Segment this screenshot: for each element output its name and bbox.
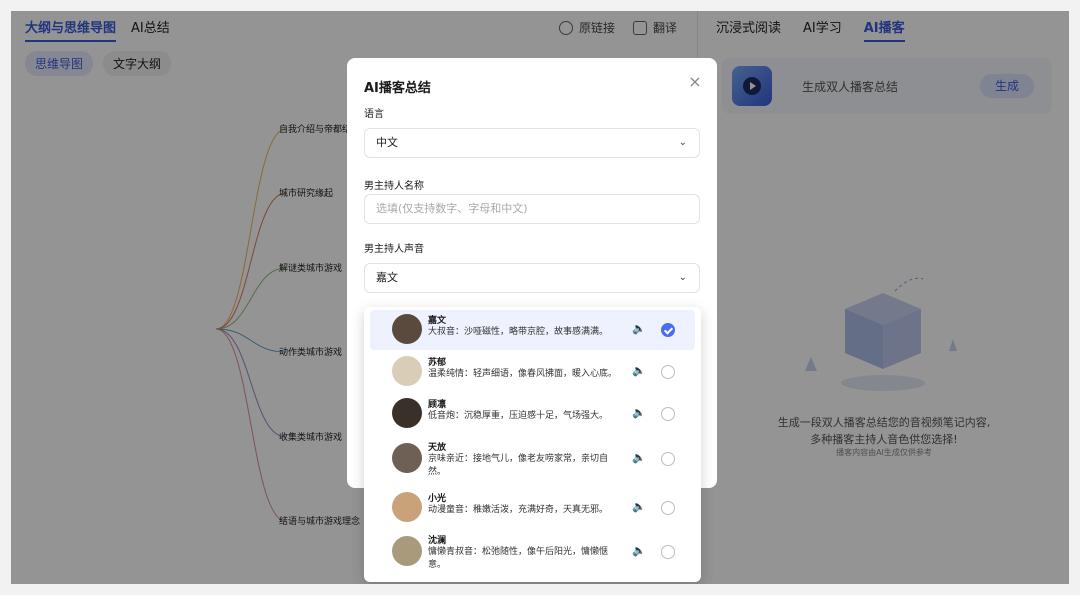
voice-desc: 大叔音：沙哑磁性，略带京腔，故事感满满。 <box>428 327 609 337</box>
voice-dropdown: 嘉文 大叔音：沙哑磁性，略带京腔，故事感满满。 🔈 苏郁 温柔纯情：轻声细语，像… <box>364 307 701 582</box>
voice-name: 嘉文 <box>428 316 447 326</box>
speaker-icon[interactable]: 🔈 <box>632 544 646 557</box>
language-label: 语言 <box>364 109 384 120</box>
voice-name: 顾凛 <box>428 400 447 410</box>
speaker-icon[interactable]: 🔈 <box>632 500 646 513</box>
voice-option[interactable]: 苏郁 温柔纯情：轻声细语，像春风拂面，暖入心底。 🔈 <box>370 352 695 392</box>
speaker-icon[interactable]: 🔈 <box>632 451 646 464</box>
chevron-down-icon: ⌄ <box>678 272 687 283</box>
avatar <box>392 536 422 566</box>
voice-option[interactable]: 嘉文 大叔音：沙哑磁性，略带京腔，故事感满满。 🔈 <box>370 310 695 350</box>
voice-desc: 京味亲近：接地气儿，像老友唠家常，亲切自然。 <box>428 454 609 477</box>
voice-desc: 动漫童音：稚嫩活泼，充满好奇，天真无邪。 <box>428 505 609 515</box>
chevron-down-icon: ⌄ <box>678 137 687 148</box>
voice-option[interactable]: 小光 动漫童音：稚嫩活泼，充满好奇，天真无邪。 🔈 <box>370 488 695 528</box>
voice-desc: 慵懒青叔音：松弛随性，像午后阳光，慵懒惬意。 <box>428 547 609 570</box>
voice-option[interactable]: 沈澜 慵懒青叔音：松弛随性，像午后阳光，慵懒惬意。 🔈 <box>370 530 695 574</box>
speaker-icon[interactable]: 🔈 <box>632 364 646 377</box>
voice-name: 小光 <box>428 494 447 504</box>
avatar <box>392 443 422 473</box>
language-select[interactable]: 中文 ⌄ <box>364 128 700 158</box>
close-icon[interactable]: × <box>687 74 703 90</box>
avatar <box>392 314 422 344</box>
voice-desc: 温柔纯情：轻声细语，像春风拂面，暖入心底。 <box>428 369 618 379</box>
avatar <box>392 398 422 428</box>
host-voice-label: 男主持人声音 <box>364 244 424 255</box>
speaker-icon[interactable]: 🔈 <box>632 406 646 419</box>
modal-title: AI播客总结 <box>364 81 431 96</box>
host-voice-select[interactable]: 嘉文 ⌄ <box>364 263 700 293</box>
voice-radio[interactable] <box>661 323 675 337</box>
app-frame: 大纲与思维导图 AI总结 原链接 翻译 思维导图 文字大纲 自我介绍与帝都结 城… <box>11 11 1069 584</box>
voice-desc: 低音炮：沉稳厚重，压迫感十足，气场强大。 <box>428 411 609 421</box>
avatar <box>392 492 422 522</box>
voice-option[interactable]: 顾凛 低音炮：沉稳厚重，压迫感十足，气场强大。 🔈 <box>370 394 695 434</box>
voice-name: 苏郁 <box>428 358 447 368</box>
voice-radio[interactable] <box>661 545 675 559</box>
language-value: 中文 <box>376 136 398 149</box>
voice-radio[interactable] <box>661 501 675 515</box>
voice-name: 天放 <box>428 443 447 453</box>
voice-option[interactable]: 天放 京味亲近：接地气儿，像老友唠家常，亲切自然。 🔈 <box>370 437 695 481</box>
voice-radio[interactable] <box>661 407 675 421</box>
host-name-label: 男主持人名称 <box>364 181 424 192</box>
voice-radio[interactable] <box>661 365 675 379</box>
host-name-field[interactable]: 选填(仅支持数字、字母和中文) <box>364 194 700 224</box>
voice-name: 沈澜 <box>428 536 447 546</box>
speaker-icon[interactable]: 🔈 <box>632 322 646 335</box>
voice-radio[interactable] <box>661 452 675 466</box>
host-voice-value: 嘉文 <box>376 271 398 284</box>
avatar <box>392 356 422 386</box>
